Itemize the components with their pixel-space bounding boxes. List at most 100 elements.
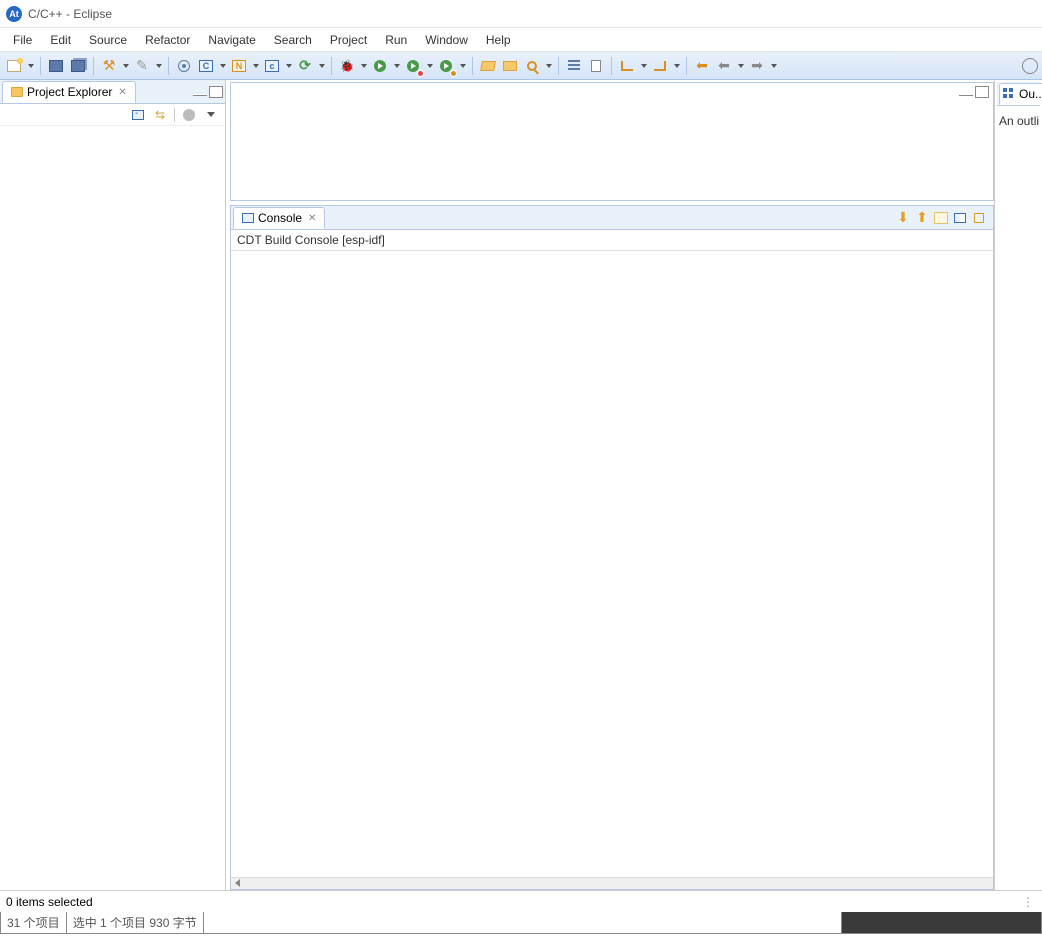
next-annotation-button[interactable] <box>617 56 637 76</box>
console-output[interactable] <box>231 251 993 877</box>
prev-annotation-button[interactable] <box>650 56 670 76</box>
new-icon <box>7 60 21 72</box>
search-button[interactable] <box>522 56 542 76</box>
project-explorer-tree[interactable] <box>0 126 225 890</box>
run-last-button[interactable] <box>403 56 423 76</box>
next-annotation-dropdown[interactable] <box>639 56 648 76</box>
n-class-icon: N <box>232 60 246 72</box>
scroll-lock-button[interactable] <box>971 210 987 226</box>
minimize-view-button[interactable] <box>193 94 207 96</box>
editor-area[interactable] <box>230 82 994 201</box>
console-scrollbar[interactable] <box>231 877 993 889</box>
build-config-dropdown[interactable] <box>154 56 163 76</box>
new-c-class-button[interactable]: C <box>196 56 216 76</box>
c-class-icon: C <box>199 60 213 72</box>
new-folder-dropdown[interactable] <box>251 56 260 76</box>
back-history-button[interactable]: ⬅ <box>692 56 712 76</box>
gear-icon <box>183 109 195 121</box>
menu-source[interactable]: Source <box>80 30 136 50</box>
outline-toggle-button[interactable] <box>564 56 584 76</box>
link-editor-button[interactable]: ⇆ <box>152 107 168 123</box>
bug-icon: 🐞 <box>340 59 355 73</box>
refresh-button[interactable]: ⟳ <box>295 56 315 76</box>
prev-error-button[interactable]: ⬆ <box>914 210 930 226</box>
collapse-all-button[interactable] <box>130 107 146 123</box>
new-c-class-dropdown[interactable] <box>218 56 227 76</box>
menu-refactor[interactable]: Refactor <box>136 30 199 50</box>
menu-file[interactable]: File <box>4 30 41 50</box>
build-config-button[interactable]: ✎ <box>132 56 152 76</box>
project-explorer-tabbar: Project Explorer ✕ <box>0 80 225 104</box>
debug-button[interactable]: 🐞 <box>337 56 357 76</box>
refresh-dropdown[interactable] <box>317 56 326 76</box>
build-dropdown[interactable] <box>121 56 130 76</box>
menu-window[interactable]: Window <box>416 30 477 50</box>
back-button[interactable]: ⬅ <box>714 56 734 76</box>
open-folder-icon <box>480 61 496 71</box>
new-folder-button[interactable]: N <box>229 56 249 76</box>
status-menu-button[interactable]: ⋮ <box>1022 895 1036 909</box>
os-explorer-statusbar: 31 个项目 选中 1 个项目 930 字节 <box>0 912 1042 934</box>
console-tabbar: Console ✕ ⬇ ⬆ <box>231 206 993 230</box>
new-dropdown[interactable] <box>26 56 35 76</box>
close-icon[interactable]: ✕ <box>118 87 126 98</box>
new-source-dropdown[interactable] <box>284 56 293 76</box>
build-button[interactable]: ⚒ <box>99 56 119 76</box>
run-button[interactable] <box>370 56 390 76</box>
prev-annotation-dropdown[interactable] <box>672 56 681 76</box>
menu-help[interactable]: Help <box>477 30 520 50</box>
forward-dropdown[interactable] <box>769 56 778 76</box>
forward-button[interactable]: ➡ <box>747 56 767 76</box>
save-all-button[interactable] <box>68 56 88 76</box>
outline-tab[interactable]: Ou... <box>999 83 1042 105</box>
filters-button[interactable] <box>181 107 197 123</box>
menu-run[interactable]: Run <box>376 30 416 50</box>
close-icon[interactable]: ✕ <box>308 213 316 224</box>
run-dropdown[interactable] <box>392 56 401 76</box>
quick-access-search[interactable] <box>1022 58 1038 74</box>
main-toolbar: ⚒ ✎ C N c ⟳ 🐞 ⬅ ⬅ ➡ <box>0 52 1042 80</box>
arrow-up-icon: ⬆ <box>916 209 928 226</box>
run-last-dropdown[interactable] <box>425 56 434 76</box>
new-source-button[interactable]: c <box>262 56 282 76</box>
open-task-button[interactable] <box>500 56 520 76</box>
pin-console-button[interactable] <box>933 210 949 226</box>
outline-tab-label: Ou... <box>1019 87 1042 101</box>
open-type-button[interactable] <box>478 56 498 76</box>
project-explorer-tab-label: Project Explorer <box>27 85 112 99</box>
save-all-icon <box>71 60 85 72</box>
minimize-editor-button[interactable] <box>959 94 973 96</box>
c-source-icon: c <box>265 60 279 72</box>
back-dropdown[interactable] <box>736 56 745 76</box>
workspace: Project Explorer ✕ ⇆ <box>0 80 1042 890</box>
new-button[interactable] <box>4 56 24 76</box>
toolbar-separator <box>472 57 473 75</box>
target-icon <box>178 60 190 72</box>
project-explorer-tab[interactable]: Project Explorer ✕ <box>2 81 136 103</box>
save-icon <box>49 60 63 72</box>
wand-icon: ✎ <box>136 57 148 74</box>
view-menu-button[interactable] <box>203 107 219 123</box>
save-button[interactable] <box>46 56 66 76</box>
target-button[interactable] <box>174 56 194 76</box>
console-tab[interactable]: Console ✕ <box>233 207 325 229</box>
scroll-left-button[interactable] <box>231 878 243 888</box>
page-button[interactable] <box>586 56 606 76</box>
next-error-button[interactable]: ⬇ <box>895 210 911 226</box>
menu-navigate[interactable]: Navigate <box>199 30 264 50</box>
external-tools-button[interactable] <box>436 56 456 76</box>
status-selection-text: 0 items selected <box>6 895 93 909</box>
menu-search[interactable]: Search <box>265 30 321 50</box>
toolbar-separator <box>611 57 612 75</box>
folder-icon <box>11 87 23 97</box>
maximize-view-button[interactable] <box>209 86 223 98</box>
console-header: CDT Build Console [esp-idf] <box>231 230 993 251</box>
search-dropdown[interactable] <box>544 56 553 76</box>
menu-edit[interactable]: Edit <box>41 30 80 50</box>
display-console-button[interactable] <box>952 210 968 226</box>
hammer-icon: ⚒ <box>103 57 116 74</box>
menu-project[interactable]: Project <box>321 30 376 50</box>
debug-dropdown[interactable] <box>359 56 368 76</box>
external-tools-dropdown[interactable] <box>458 56 467 76</box>
maximize-editor-button[interactable] <box>975 86 989 98</box>
